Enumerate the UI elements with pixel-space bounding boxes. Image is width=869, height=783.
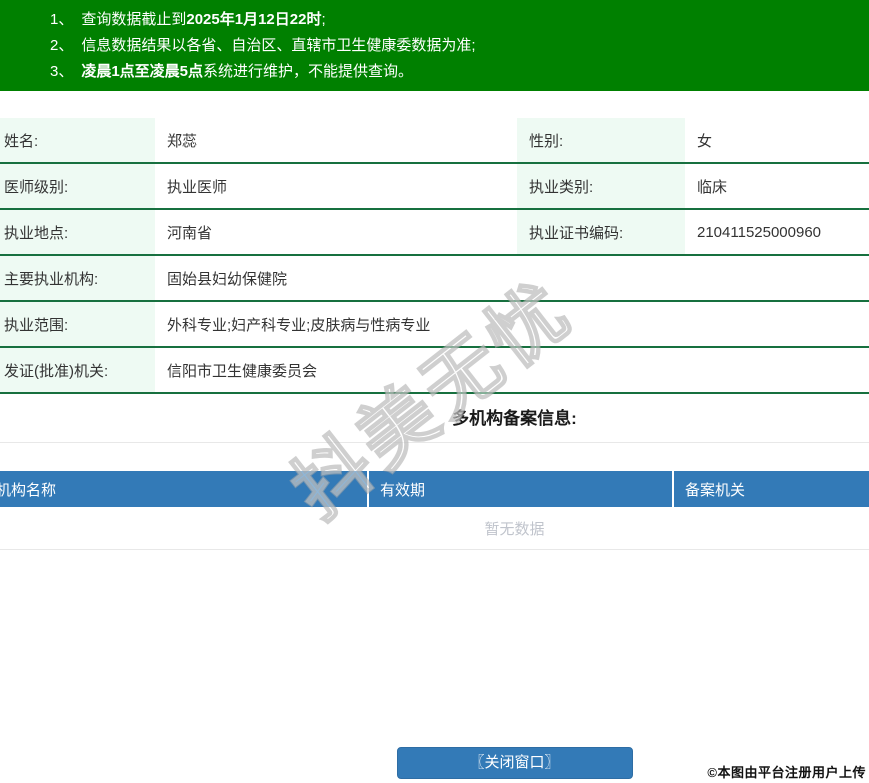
field-value-practice-location: 河南省 bbox=[167, 224, 213, 242]
field-label-issuing-authority: 发证(批准)机关: bbox=[0, 348, 155, 392]
field-label-main-institution: 主要执业机构: bbox=[0, 256, 155, 300]
notice-banner: 1、 查询数据截止到2025年1月12日22时; 2、 信息数据结果以各省、自治区、… bbox=[0, 0, 869, 91]
empty-data-row: 暂无数据 bbox=[0, 507, 869, 550]
query-result-page: 1、 查询数据截止到2025年1月12日22时; 2、 信息数据结果以各省、自治区、… bbox=[0, 0, 869, 783]
notice-text: 信息数据结果以各省、自治区、直辖市卫生健康委数据为准; bbox=[81, 37, 476, 54]
notice-number: 3、 bbox=[50, 63, 74, 80]
notice-number: 2、 bbox=[50, 37, 74, 54]
notice-text: 查询数据截止到 bbox=[81, 11, 187, 28]
field-value-doctor-level: 执业医师 bbox=[167, 178, 228, 196]
filing-section-title: 多机构备案信息: bbox=[0, 394, 869, 443]
field-label-gender: 性别: bbox=[517, 118, 685, 162]
field-value-issuing-authority: 信阳市卫生健康委员会 bbox=[167, 362, 318, 380]
field-label-doctor-level: 医师级别: bbox=[0, 164, 155, 208]
field-label-practice-scope: 执业范围: bbox=[0, 302, 155, 346]
field-label-certificate-number: 执业证书编码: bbox=[517, 210, 685, 254]
notice-text-bold: 凌晨1点至凌晨5点 bbox=[81, 63, 204, 80]
notice-text: ; bbox=[321, 11, 326, 28]
column-header-validity-period: 有效期 bbox=[369, 471, 674, 507]
table-row: 发证(批准)机关: 信阳市卫生健康委员会 bbox=[0, 348, 869, 394]
column-header-filing-authority: 备案机关 bbox=[685, 481, 746, 499]
notice-line: 3、 凌晨1点至凌晨5点系统进行维护，不能提供查询。 bbox=[50, 59, 869, 85]
field-value-main-institution: 固始县妇幼保健院 bbox=[167, 270, 288, 288]
filing-table-header: 机构名称 有效期 备案机关 bbox=[0, 471, 869, 507]
physician-info-table: 姓名: 郑蕊 性别: 女 医师级别: 执业医师 执业类别: 临床 执业地点: 河… bbox=[0, 118, 869, 394]
field-value-practice-scope: 外科专业;妇产科专业;皮肤病与性病专业 bbox=[167, 316, 431, 334]
field-value-certificate-number: 210411525000960 bbox=[697, 223, 822, 241]
close-window-button[interactable]: 〖关闭窗口〗 bbox=[396, 747, 633, 779]
field-value-name: 郑蕊 bbox=[167, 132, 198, 150]
table-row: 医师级别: 执业医师 执业类别: 临床 bbox=[0, 164, 869, 210]
field-label-practice-category: 执业类别: bbox=[517, 164, 685, 208]
field-value-gender: 女 bbox=[697, 132, 713, 150]
table-row: 主要执业机构: 固始县妇幼保健院 bbox=[0, 256, 869, 302]
field-label-practice-location: 执业地点: bbox=[0, 210, 155, 254]
notice-text: 系统进行维护，不能提供查询。 bbox=[203, 63, 414, 80]
content-wrapper: 1、 查询数据截止到2025年1月12日22时; 2、 信息数据结果以各省、自治区、… bbox=[0, 0, 869, 779]
table-row: 执业范围: 外科专业;妇产科专业;皮肤病与性病专业 bbox=[0, 302, 869, 348]
field-label-name: 姓名: bbox=[0, 118, 155, 162]
column-header-institution-name: 机构名称 bbox=[0, 471, 369, 507]
field-value-practice-category: 临床 bbox=[697, 178, 728, 196]
copyright-note: ©本图由平台注册用户上传 bbox=[707, 765, 866, 780]
notice-line: 1、 查询数据截止到2025年1月12日22时; bbox=[50, 7, 869, 33]
table-row: 姓名: 郑蕊 性别: 女 bbox=[0, 118, 869, 164]
notice-text-bold: 2025年1月12日22时 bbox=[186, 11, 322, 28]
notice-line: 2、 信息数据结果以各省、自治区、直辖市卫生健康委数据为准; bbox=[50, 33, 869, 59]
table-row: 执业地点: 河南省 执业证书编码: 210411525000960 bbox=[0, 210, 869, 256]
notice-number: 1、 bbox=[50, 11, 74, 28]
